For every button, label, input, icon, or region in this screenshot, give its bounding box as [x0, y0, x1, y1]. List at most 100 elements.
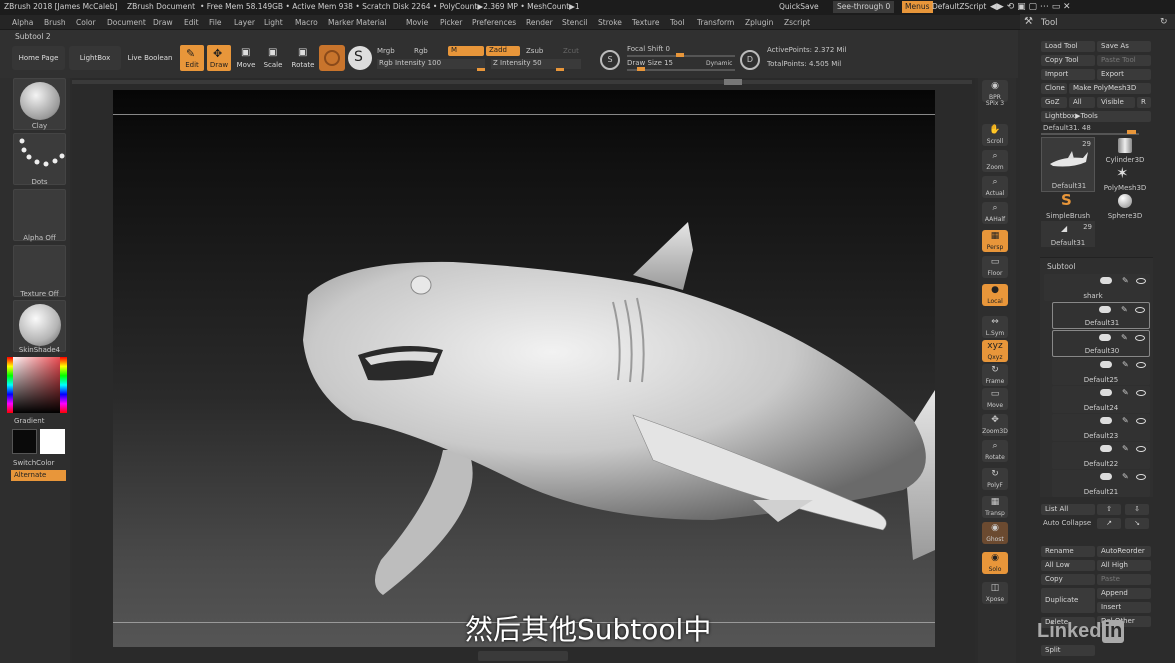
zadd-button[interactable]: Zadd [486, 46, 520, 56]
brush-icon[interactable]: ✎ [1122, 360, 1132, 369]
menu-item-brush[interactable]: Brush [44, 18, 66, 27]
eye-icon[interactable] [1136, 278, 1146, 284]
brush-icon[interactable]: ✎ [1121, 305, 1131, 314]
shark-model[interactable] [113, 90, 935, 647]
save-as-button[interactable]: Save As [1097, 41, 1151, 52]
lightbox-tools-button[interactable]: Lightbox▶Tools [1041, 111, 1151, 122]
insert-button[interactable]: Insert [1097, 602, 1151, 613]
draw-button[interactable]: ✥ Draw [207, 45, 231, 71]
load-tool-button[interactable]: Load Tool [1041, 41, 1095, 52]
menu-item-file[interactable]: File [209, 18, 222, 27]
xpose-button[interactable]: ◫ Xpose [982, 582, 1008, 604]
menu-item-render[interactable]: Render [526, 18, 553, 27]
menu-item-stencil[interactable]: Stencil [562, 18, 587, 27]
window-controls-icon[interactable]: ◀▶ ⟲ ▣ ▢ ⋯ ▭ ✕ [990, 2, 1071, 12]
import-button[interactable]: Import [1041, 69, 1095, 80]
see-through-slider[interactable]: See-through 0 [833, 1, 895, 13]
subtool-item[interactable]: ✎ Default21 [1052, 470, 1150, 497]
auto-collapse-button[interactable]: Auto Collapse [1043, 519, 1091, 527]
polypaint-toggle[interactable] [1100, 277, 1112, 284]
subtool-item[interactable]: ✎ Default24 [1052, 386, 1150, 413]
subtool-item[interactable]: ✎ Default25 [1052, 358, 1150, 385]
rename-button[interactable]: Rename [1041, 546, 1095, 557]
home-page-button[interactable]: Home Page [12, 46, 65, 70]
brush-icon[interactable]: ✎ [1121, 333, 1131, 342]
zcut-button[interactable]: Zcut [563, 47, 579, 55]
arrow-up-right-icon[interactable]: ↗ [1097, 518, 1121, 529]
menu-item-color[interactable]: Color [76, 18, 96, 27]
scroll-thumb[interactable] [724, 79, 742, 85]
default-zscript-button[interactable]: DefaultZScript [932, 2, 986, 11]
menu-item-draw[interactable]: Draw [153, 18, 173, 27]
subtool-item[interactable]: ✎ Default22 [1052, 442, 1150, 469]
subtool-item[interactable]: ✎ Default23 [1052, 414, 1150, 441]
viewport-canvas[interactable] [113, 90, 935, 647]
transp-button[interactable]: ▦ Transp [982, 496, 1008, 518]
dynamic-button[interactable]: Dynamic [706, 60, 732, 67]
clone-button[interactable]: Clone [1041, 83, 1067, 94]
copy-subtool-button[interactable]: Copy [1041, 574, 1095, 585]
material-thumbnail[interactable] [13, 300, 66, 352]
menu-item-transform[interactable]: Transform [697, 18, 734, 27]
secondary-color-swatch[interactable] [40, 429, 65, 454]
tool-thumb-simplebrush[interactable]: S SimpleBrush [1041, 191, 1095, 220]
polypaint-toggle[interactable] [1100, 445, 1112, 452]
menu-item-layer[interactable]: Layer [234, 18, 255, 27]
paste-subtool-button[interactable]: Paste [1097, 574, 1151, 585]
z-intensity-handle[interactable] [556, 68, 564, 71]
move-up-arrow-icon[interactable]: ⇧ [1097, 504, 1121, 515]
rgb-button[interactable]: Rgb [414, 47, 428, 55]
move-button[interactable]: ▭ Move [982, 388, 1008, 410]
paste-tool-button[interactable]: Paste Tool [1097, 55, 1151, 66]
menu-item-movie[interactable]: Movie [406, 18, 428, 27]
eye-icon[interactable] [1136, 474, 1146, 480]
frame-button[interactable]: ↻ Frame [982, 364, 1008, 386]
menu-item-texture[interactable]: Texture [632, 18, 659, 27]
hue-strip[interactable] [7, 357, 13, 413]
append-button[interactable]: Append [1097, 588, 1151, 599]
edit-button[interactable]: ✎ Edit [180, 45, 204, 71]
mrgb-button[interactable]: Mrgb [377, 47, 395, 55]
arrow-down-right-icon[interactable]: ↘ [1125, 518, 1149, 529]
draw-size-handle[interactable] [637, 67, 645, 71]
stroke-icon[interactable]: S [348, 46, 372, 70]
all-high-button[interactable]: All High [1097, 560, 1151, 571]
eye-icon[interactable] [1136, 362, 1146, 368]
color-picker[interactable] [7, 357, 67, 413]
polypaint-toggle[interactable] [1099, 306, 1111, 313]
main-color-swatch[interactable] [12, 429, 37, 454]
eye-icon[interactable] [1136, 446, 1146, 452]
m-button[interactable]: M [448, 46, 484, 56]
zoom3d-button[interactable]: ✥ Zoom3D [982, 414, 1008, 436]
copy-tool-button[interactable]: Copy Tool [1041, 55, 1095, 66]
brush-icon[interactable]: ✎ [1122, 416, 1132, 425]
split-button[interactable]: Split [1041, 645, 1095, 656]
eye-icon[interactable] [1136, 390, 1146, 396]
menu-item-material[interactable]: Material [356, 18, 386, 27]
tool-thumb-cylinder[interactable]: Cylinder3D [1098, 137, 1152, 164]
brush-icon[interactable]: ✎ [1122, 444, 1132, 453]
live-boolean-button[interactable]: Live Boolean [124, 46, 176, 70]
z-intensity-slider[interactable]: Z Intensity 50 [491, 59, 581, 69]
eye-icon[interactable] [1136, 418, 1146, 424]
autoreorder-button[interactable]: AutoReorder [1097, 546, 1151, 557]
scroll-button[interactable]: ✋ Scroll [982, 124, 1008, 146]
gradient-label[interactable]: Gradient [14, 417, 44, 425]
brush-icon[interactable]: ✎ [1122, 276, 1132, 285]
eye-icon[interactable] [1135, 335, 1145, 341]
move-button[interactable]: ▣ Move [234, 45, 258, 71]
menu-item-document[interactable]: Document [107, 18, 146, 27]
rgb-intensity-handle[interactable] [477, 68, 485, 71]
menu-item-macro[interactable]: Macro [295, 18, 318, 27]
list-all-button[interactable]: List All [1041, 504, 1095, 515]
bottom-shelf-handle[interactable] [478, 651, 568, 661]
make-polymesh-button[interactable]: Make PolyMesh3D [1069, 83, 1151, 94]
focal-shift-handle[interactable] [676, 53, 684, 57]
subtool-item[interactable]: ✎ Default31 [1052, 302, 1150, 329]
eye-icon[interactable] [1135, 307, 1145, 313]
move-down-arrow-icon[interactable]: ⇩ [1125, 504, 1149, 515]
brush-icon[interactable]: ✎ [1122, 388, 1132, 397]
tool-thumb-default31[interactable]: 29 Default31 [1041, 137, 1095, 192]
menu-item-stroke[interactable]: Stroke [598, 18, 622, 27]
export-button[interactable]: Export [1097, 69, 1151, 80]
